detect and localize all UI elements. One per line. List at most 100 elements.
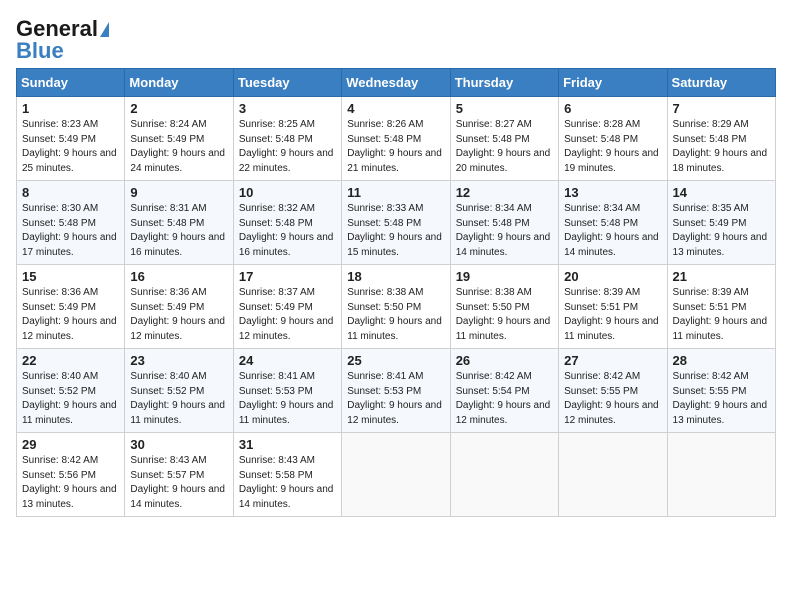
calendar-cell: 29 Sunrise: 8:42 AMSunset: 5:56 PMDaylig… xyxy=(17,433,125,517)
day-info: Sunrise: 8:42 AMSunset: 5:55 PMDaylight:… xyxy=(673,371,768,426)
day-number: 3 xyxy=(239,101,336,116)
calendar-cell: 1 Sunrise: 8:23 AMSunset: 5:49 PMDayligh… xyxy=(17,97,125,181)
day-number: 7 xyxy=(673,101,770,116)
page-header: General Blue xyxy=(16,16,776,64)
day-number: 8 xyxy=(22,185,119,200)
day-info: Sunrise: 8:34 AMSunset: 5:48 PMDaylight:… xyxy=(456,203,551,258)
weekday-friday: Friday xyxy=(559,69,667,97)
day-number: 18 xyxy=(347,269,444,284)
day-number: 9 xyxy=(130,185,227,200)
logo: General Blue xyxy=(16,16,109,64)
calendar-cell: 15 Sunrise: 8:36 AMSunset: 5:49 PMDaylig… xyxy=(17,265,125,349)
calendar-cell: 22 Sunrise: 8:40 AMSunset: 5:52 PMDaylig… xyxy=(17,349,125,433)
calendar-cell: 18 Sunrise: 8:38 AMSunset: 5:50 PMDaylig… xyxy=(342,265,450,349)
weekday-header-row: SundayMondayTuesdayWednesdayThursdayFrid… xyxy=(17,69,776,97)
calendar-cell: 11 Sunrise: 8:33 AMSunset: 5:48 PMDaylig… xyxy=(342,181,450,265)
day-number: 5 xyxy=(456,101,553,116)
day-info: Sunrise: 8:29 AMSunset: 5:48 PMDaylight:… xyxy=(673,119,768,174)
week-row-3: 15 Sunrise: 8:36 AMSunset: 5:49 PMDaylig… xyxy=(17,265,776,349)
day-number: 27 xyxy=(564,353,661,368)
calendar-cell: 26 Sunrise: 8:42 AMSunset: 5:54 PMDaylig… xyxy=(450,349,558,433)
day-info: Sunrise: 8:26 AMSunset: 5:48 PMDaylight:… xyxy=(347,119,442,174)
day-number: 20 xyxy=(564,269,661,284)
day-info: Sunrise: 8:41 AMSunset: 5:53 PMDaylight:… xyxy=(239,371,334,426)
day-info: Sunrise: 8:36 AMSunset: 5:49 PMDaylight:… xyxy=(130,287,225,342)
day-number: 29 xyxy=(22,437,119,452)
calendar-cell xyxy=(667,433,775,517)
calendar-cell xyxy=(559,433,667,517)
day-info: Sunrise: 8:43 AMSunset: 5:57 PMDaylight:… xyxy=(130,455,225,510)
day-info: Sunrise: 8:24 AMSunset: 5:49 PMDaylight:… xyxy=(130,119,225,174)
day-info: Sunrise: 8:23 AMSunset: 5:49 PMDaylight:… xyxy=(22,119,117,174)
week-row-2: 8 Sunrise: 8:30 AMSunset: 5:48 PMDayligh… xyxy=(17,181,776,265)
day-number: 22 xyxy=(22,353,119,368)
day-number: 24 xyxy=(239,353,336,368)
day-number: 21 xyxy=(673,269,770,284)
day-info: Sunrise: 8:27 AMSunset: 5:48 PMDaylight:… xyxy=(456,119,551,174)
calendar-cell: 8 Sunrise: 8:30 AMSunset: 5:48 PMDayligh… xyxy=(17,181,125,265)
day-info: Sunrise: 8:32 AMSunset: 5:48 PMDaylight:… xyxy=(239,203,334,258)
calendar-cell: 23 Sunrise: 8:40 AMSunset: 5:52 PMDaylig… xyxy=(125,349,233,433)
calendar-cell: 24 Sunrise: 8:41 AMSunset: 5:53 PMDaylig… xyxy=(233,349,341,433)
calendar-cell: 31 Sunrise: 8:43 AMSunset: 5:58 PMDaylig… xyxy=(233,433,341,517)
calendar-cell: 6 Sunrise: 8:28 AMSunset: 5:48 PMDayligh… xyxy=(559,97,667,181)
day-info: Sunrise: 8:43 AMSunset: 5:58 PMDaylight:… xyxy=(239,455,334,510)
day-info: Sunrise: 8:35 AMSunset: 5:49 PMDaylight:… xyxy=(673,203,768,258)
calendar-cell: 12 Sunrise: 8:34 AMSunset: 5:48 PMDaylig… xyxy=(450,181,558,265)
day-number: 1 xyxy=(22,101,119,116)
calendar-cell: 9 Sunrise: 8:31 AMSunset: 5:48 PMDayligh… xyxy=(125,181,233,265)
calendar-cell: 14 Sunrise: 8:35 AMSunset: 5:49 PMDaylig… xyxy=(667,181,775,265)
calendar-cell: 30 Sunrise: 8:43 AMSunset: 5:57 PMDaylig… xyxy=(125,433,233,517)
week-row-5: 29 Sunrise: 8:42 AMSunset: 5:56 PMDaylig… xyxy=(17,433,776,517)
weekday-monday: Monday xyxy=(125,69,233,97)
calendar-cell: 21 Sunrise: 8:39 AMSunset: 5:51 PMDaylig… xyxy=(667,265,775,349)
day-number: 17 xyxy=(239,269,336,284)
calendar-body: 1 Sunrise: 8:23 AMSunset: 5:49 PMDayligh… xyxy=(17,97,776,517)
calendar-table: SundayMondayTuesdayWednesdayThursdayFrid… xyxy=(16,68,776,517)
calendar-cell: 27 Sunrise: 8:42 AMSunset: 5:55 PMDaylig… xyxy=(559,349,667,433)
calendar-cell: 16 Sunrise: 8:36 AMSunset: 5:49 PMDaylig… xyxy=(125,265,233,349)
day-info: Sunrise: 8:40 AMSunset: 5:52 PMDaylight:… xyxy=(22,371,117,426)
day-number: 19 xyxy=(456,269,553,284)
weekday-wednesday: Wednesday xyxy=(342,69,450,97)
calendar-cell: 17 Sunrise: 8:37 AMSunset: 5:49 PMDaylig… xyxy=(233,265,341,349)
day-info: Sunrise: 8:28 AMSunset: 5:48 PMDaylight:… xyxy=(564,119,659,174)
weekday-thursday: Thursday xyxy=(450,69,558,97)
day-number: 23 xyxy=(130,353,227,368)
day-info: Sunrise: 8:38 AMSunset: 5:50 PMDaylight:… xyxy=(456,287,551,342)
calendar-cell: 3 Sunrise: 8:25 AMSunset: 5:48 PMDayligh… xyxy=(233,97,341,181)
week-row-1: 1 Sunrise: 8:23 AMSunset: 5:49 PMDayligh… xyxy=(17,97,776,181)
day-number: 26 xyxy=(456,353,553,368)
day-info: Sunrise: 8:34 AMSunset: 5:48 PMDaylight:… xyxy=(564,203,659,258)
calendar-cell: 10 Sunrise: 8:32 AMSunset: 5:48 PMDaylig… xyxy=(233,181,341,265)
logo-blue: Blue xyxy=(16,38,64,64)
day-number: 30 xyxy=(130,437,227,452)
calendar-cell: 28 Sunrise: 8:42 AMSunset: 5:55 PMDaylig… xyxy=(667,349,775,433)
day-info: Sunrise: 8:25 AMSunset: 5:48 PMDaylight:… xyxy=(239,119,334,174)
week-row-4: 22 Sunrise: 8:40 AMSunset: 5:52 PMDaylig… xyxy=(17,349,776,433)
day-number: 31 xyxy=(239,437,336,452)
weekday-saturday: Saturday xyxy=(667,69,775,97)
day-number: 12 xyxy=(456,185,553,200)
day-info: Sunrise: 8:42 AMSunset: 5:56 PMDaylight:… xyxy=(22,455,117,510)
logo-triangle-icon xyxy=(100,22,109,37)
day-number: 4 xyxy=(347,101,444,116)
day-number: 14 xyxy=(673,185,770,200)
day-info: Sunrise: 8:41 AMSunset: 5:53 PMDaylight:… xyxy=(347,371,442,426)
day-info: Sunrise: 8:36 AMSunset: 5:49 PMDaylight:… xyxy=(22,287,117,342)
calendar-cell: 25 Sunrise: 8:41 AMSunset: 5:53 PMDaylig… xyxy=(342,349,450,433)
day-info: Sunrise: 8:31 AMSunset: 5:48 PMDaylight:… xyxy=(130,203,225,258)
day-info: Sunrise: 8:42 AMSunset: 5:55 PMDaylight:… xyxy=(564,371,659,426)
day-info: Sunrise: 8:38 AMSunset: 5:50 PMDaylight:… xyxy=(347,287,442,342)
day-number: 11 xyxy=(347,185,444,200)
day-number: 25 xyxy=(347,353,444,368)
day-info: Sunrise: 8:30 AMSunset: 5:48 PMDaylight:… xyxy=(22,203,117,258)
day-number: 13 xyxy=(564,185,661,200)
calendar-cell: 7 Sunrise: 8:29 AMSunset: 5:48 PMDayligh… xyxy=(667,97,775,181)
day-number: 6 xyxy=(564,101,661,116)
day-number: 15 xyxy=(22,269,119,284)
day-number: 16 xyxy=(130,269,227,284)
day-info: Sunrise: 8:39 AMSunset: 5:51 PMDaylight:… xyxy=(673,287,768,342)
calendar-cell: 5 Sunrise: 8:27 AMSunset: 5:48 PMDayligh… xyxy=(450,97,558,181)
weekday-tuesday: Tuesday xyxy=(233,69,341,97)
